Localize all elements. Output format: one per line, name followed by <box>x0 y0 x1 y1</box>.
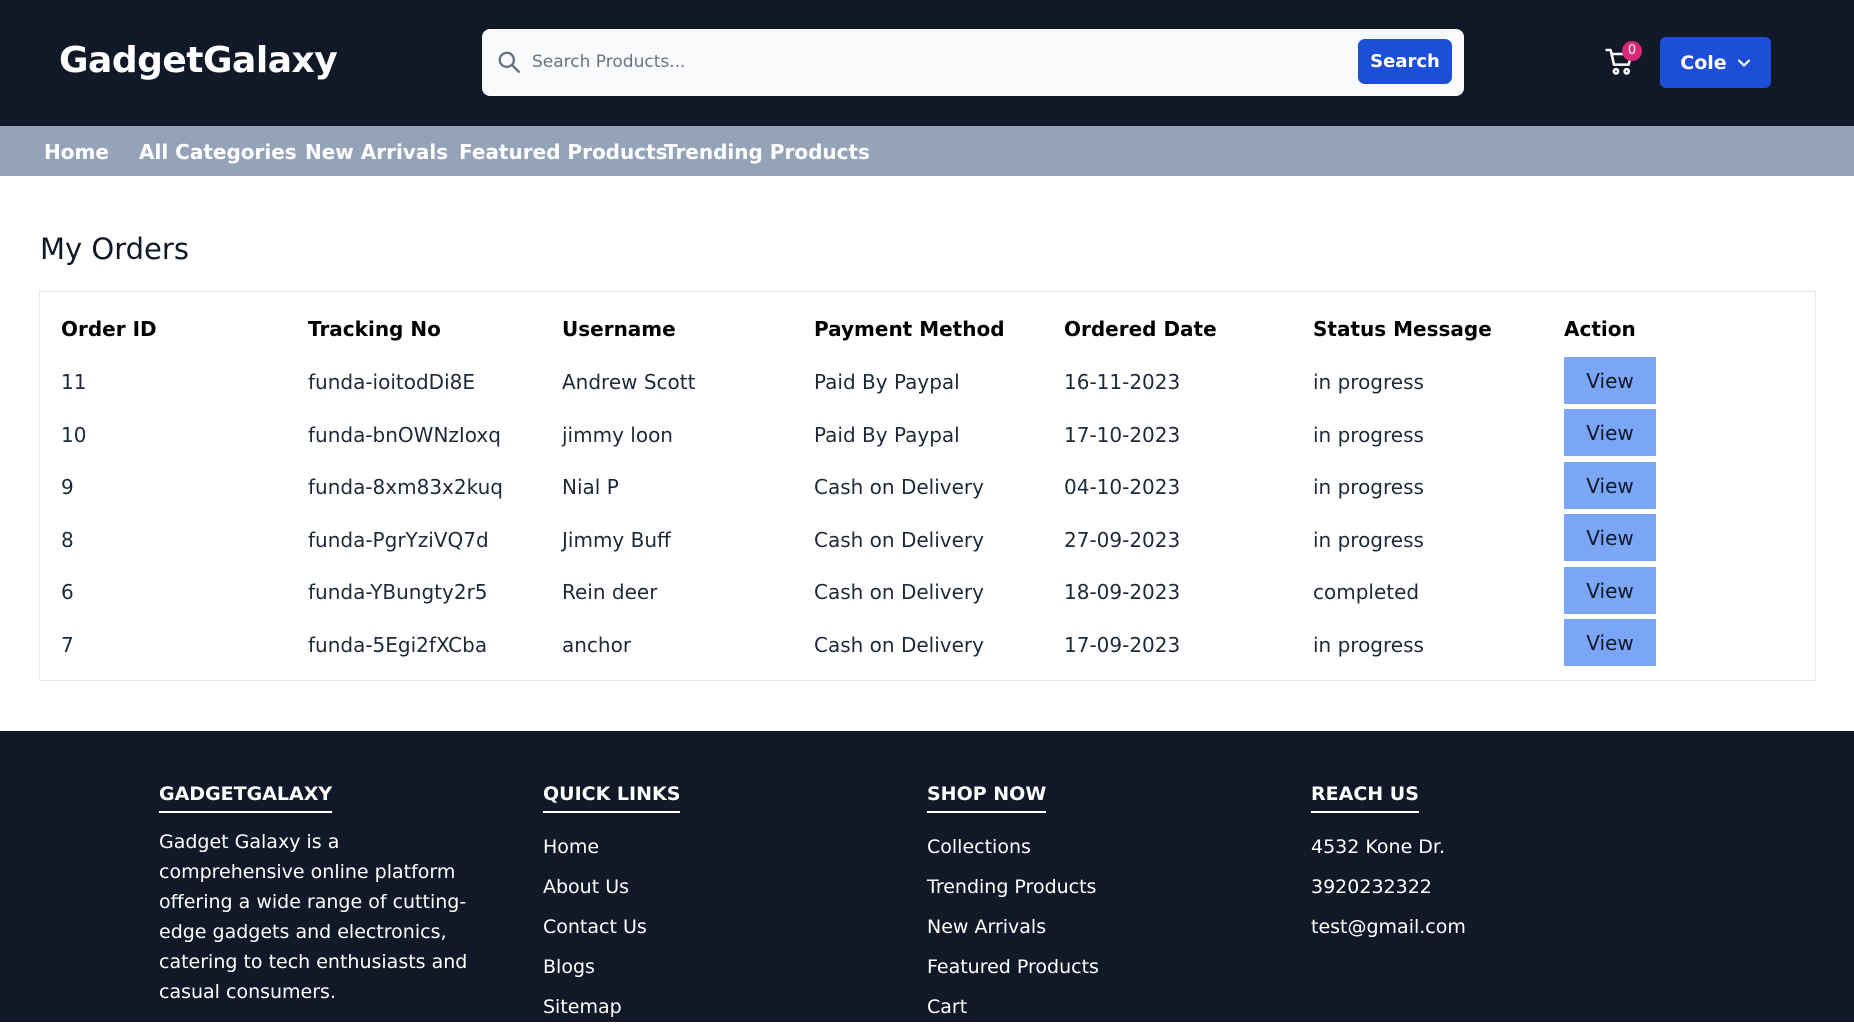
footer-shop-now: SHOP NOW Collections Trending Products N… <box>927 783 1099 1027</box>
status-cell: in progress <box>1313 528 1424 552</box>
footer-heading: REACH US <box>1311 783 1419 813</box>
column-header: Payment Method <box>814 317 1005 341</box>
search-bar: Search <box>482 29 1464 96</box>
status-cell: completed <box>1313 580 1420 604</box>
footer-heading: QUICK LINKS <box>543 783 681 813</box>
footer-heading: SHOP NOW <box>927 783 1047 813</box>
order-id-cell: 9 <box>61 475 74 499</box>
nav-featured-products[interactable]: Featured Products <box>459 140 668 164</box>
date-cell: 27-09-2023 <box>1064 528 1181 552</box>
footer-link-featured[interactable]: Featured Products <box>927 947 1099 987</box>
footer-heading: GADGETGALAXY <box>159 783 333 813</box>
footer-link-blogs[interactable]: Blogs <box>543 947 680 987</box>
view-order-button[interactable]: View <box>1564 357 1656 404</box>
nav-trending-products[interactable]: Trending Products <box>664 140 870 164</box>
date-cell: 17-09-2023 <box>1064 633 1181 657</box>
search-icon <box>498 51 520 73</box>
site-logo[interactable]: GadgetGalaxy <box>59 40 338 81</box>
column-header: Username <box>562 317 676 341</box>
footer-link-collections[interactable]: Collections <box>927 827 1099 867</box>
payment-cell: Paid By Paypal <box>814 370 960 394</box>
nav-all-categories[interactable]: All Categories <box>139 140 297 164</box>
payment-cell: Paid By Paypal <box>814 423 960 447</box>
username-cell: Nial P <box>562 475 619 499</box>
user-menu-button[interactable]: Cole <box>1660 37 1771 88</box>
view-order-button[interactable]: View <box>1564 567 1656 614</box>
footer-reach-us: REACH US 4532 Kone Dr. 3920232322 test@g… <box>1311 783 1466 947</box>
nav-new-arrivals[interactable]: New Arrivals <box>305 140 448 164</box>
status-cell: in progress <box>1313 423 1424 447</box>
footer-about: GADGETGALAXY Gadget Galaxy is a comprehe… <box>159 783 479 1007</box>
view-order-button[interactable]: View <box>1564 619 1656 666</box>
footer-quick-links: QUICK LINKS Home About Us Contact Us Blo… <box>543 783 681 1027</box>
tracking-cell: funda-8xm83x2kuq <box>308 475 503 499</box>
column-header: Order ID <box>61 317 157 341</box>
orders-table: Order ID Tracking No Username Payment Me… <box>39 291 1816 681</box>
payment-cell: Cash on Delivery <box>814 580 984 604</box>
date-cell: 18-09-2023 <box>1064 580 1181 604</box>
main-nav: Home All Categories New Arrivals Feature… <box>0 126 1854 176</box>
username-cell: Andrew Scott <box>562 370 696 394</box>
username-cell: Jimmy Buff <box>562 528 671 552</box>
cart-count-badge: 0 <box>1622 41 1642 61</box>
username-cell: Rein deer <box>562 580 658 604</box>
view-order-button[interactable]: View <box>1564 514 1656 561</box>
order-id-cell: 10 <box>61 423 87 447</box>
column-header: Action <box>1564 317 1636 341</box>
search-button[interactable]: Search <box>1358 39 1452 84</box>
view-order-button[interactable]: View <box>1564 462 1656 509</box>
nav-home[interactable]: Home <box>44 140 109 164</box>
username-cell: jimmy loon <box>562 423 673 447</box>
order-id-cell: 8 <box>61 528 74 552</box>
footer-link-cart[interactable]: Cart <box>927 987 1099 1027</box>
footer-link-contact[interactable]: Contact Us <box>543 907 680 947</box>
footer-phone[interactable]: 3920232322 <box>1311 867 1466 907</box>
payment-cell: Cash on Delivery <box>814 528 984 552</box>
user-name: Cole <box>1680 51 1727 74</box>
column-header: Status Message <box>1313 317 1492 341</box>
order-id-cell: 6 <box>61 580 74 604</box>
footer-link-sitemap[interactable]: Sitemap <box>543 987 680 1027</box>
status-cell: in progress <box>1313 475 1424 499</box>
footer-email[interactable]: test@gmail.com <box>1311 907 1466 947</box>
footer-about-text: Gadget Galaxy is a comprehensive online … <box>159 831 468 1003</box>
payment-cell: Cash on Delivery <box>814 633 984 657</box>
tracking-cell: funda-ioitodDi8E <box>308 370 476 394</box>
view-order-button[interactable]: View <box>1564 409 1656 456</box>
column-header: Tracking No <box>308 317 441 341</box>
order-id-cell: 11 <box>61 370 87 394</box>
payment-cell: Cash on Delivery <box>814 475 984 499</box>
site-footer: GADGETGALAXY Gadget Galaxy is a comprehe… <box>0 731 1854 1022</box>
search-input[interactable] <box>532 39 1312 85</box>
date-cell: 17-10-2023 <box>1064 423 1181 447</box>
chevron-down-icon <box>1737 58 1750 67</box>
tracking-cell: funda-YBungty2r5 <box>308 580 488 604</box>
footer-link-home[interactable]: Home <box>543 827 680 867</box>
footer-address: 4532 Kone Dr. <box>1311 836 1446 858</box>
tracking-cell: funda-PgrYziVQ7d <box>308 528 489 552</box>
date-cell: 16-11-2023 <box>1064 370 1181 394</box>
footer-link-about[interactable]: About Us <box>543 867 680 907</box>
tracking-cell: funda-5Egi2fXCba <box>308 633 488 657</box>
order-id-cell: 7 <box>61 633 74 657</box>
tracking-cell: funda-bnOWNzIoxq <box>308 423 501 447</box>
column-header: Ordered Date <box>1064 317 1217 341</box>
footer-link-trending[interactable]: Trending Products <box>927 867 1099 907</box>
status-cell: in progress <box>1313 370 1424 394</box>
page-title: My Orders <box>40 232 189 266</box>
status-cell: in progress <box>1313 633 1424 657</box>
username-cell: anchor <box>562 633 632 657</box>
footer-link-new-arrivals[interactable]: New Arrivals <box>927 907 1099 947</box>
top-header: GadgetGalaxy Search 0 Cole <box>0 0 1854 126</box>
date-cell: 04-10-2023 <box>1064 475 1181 499</box>
